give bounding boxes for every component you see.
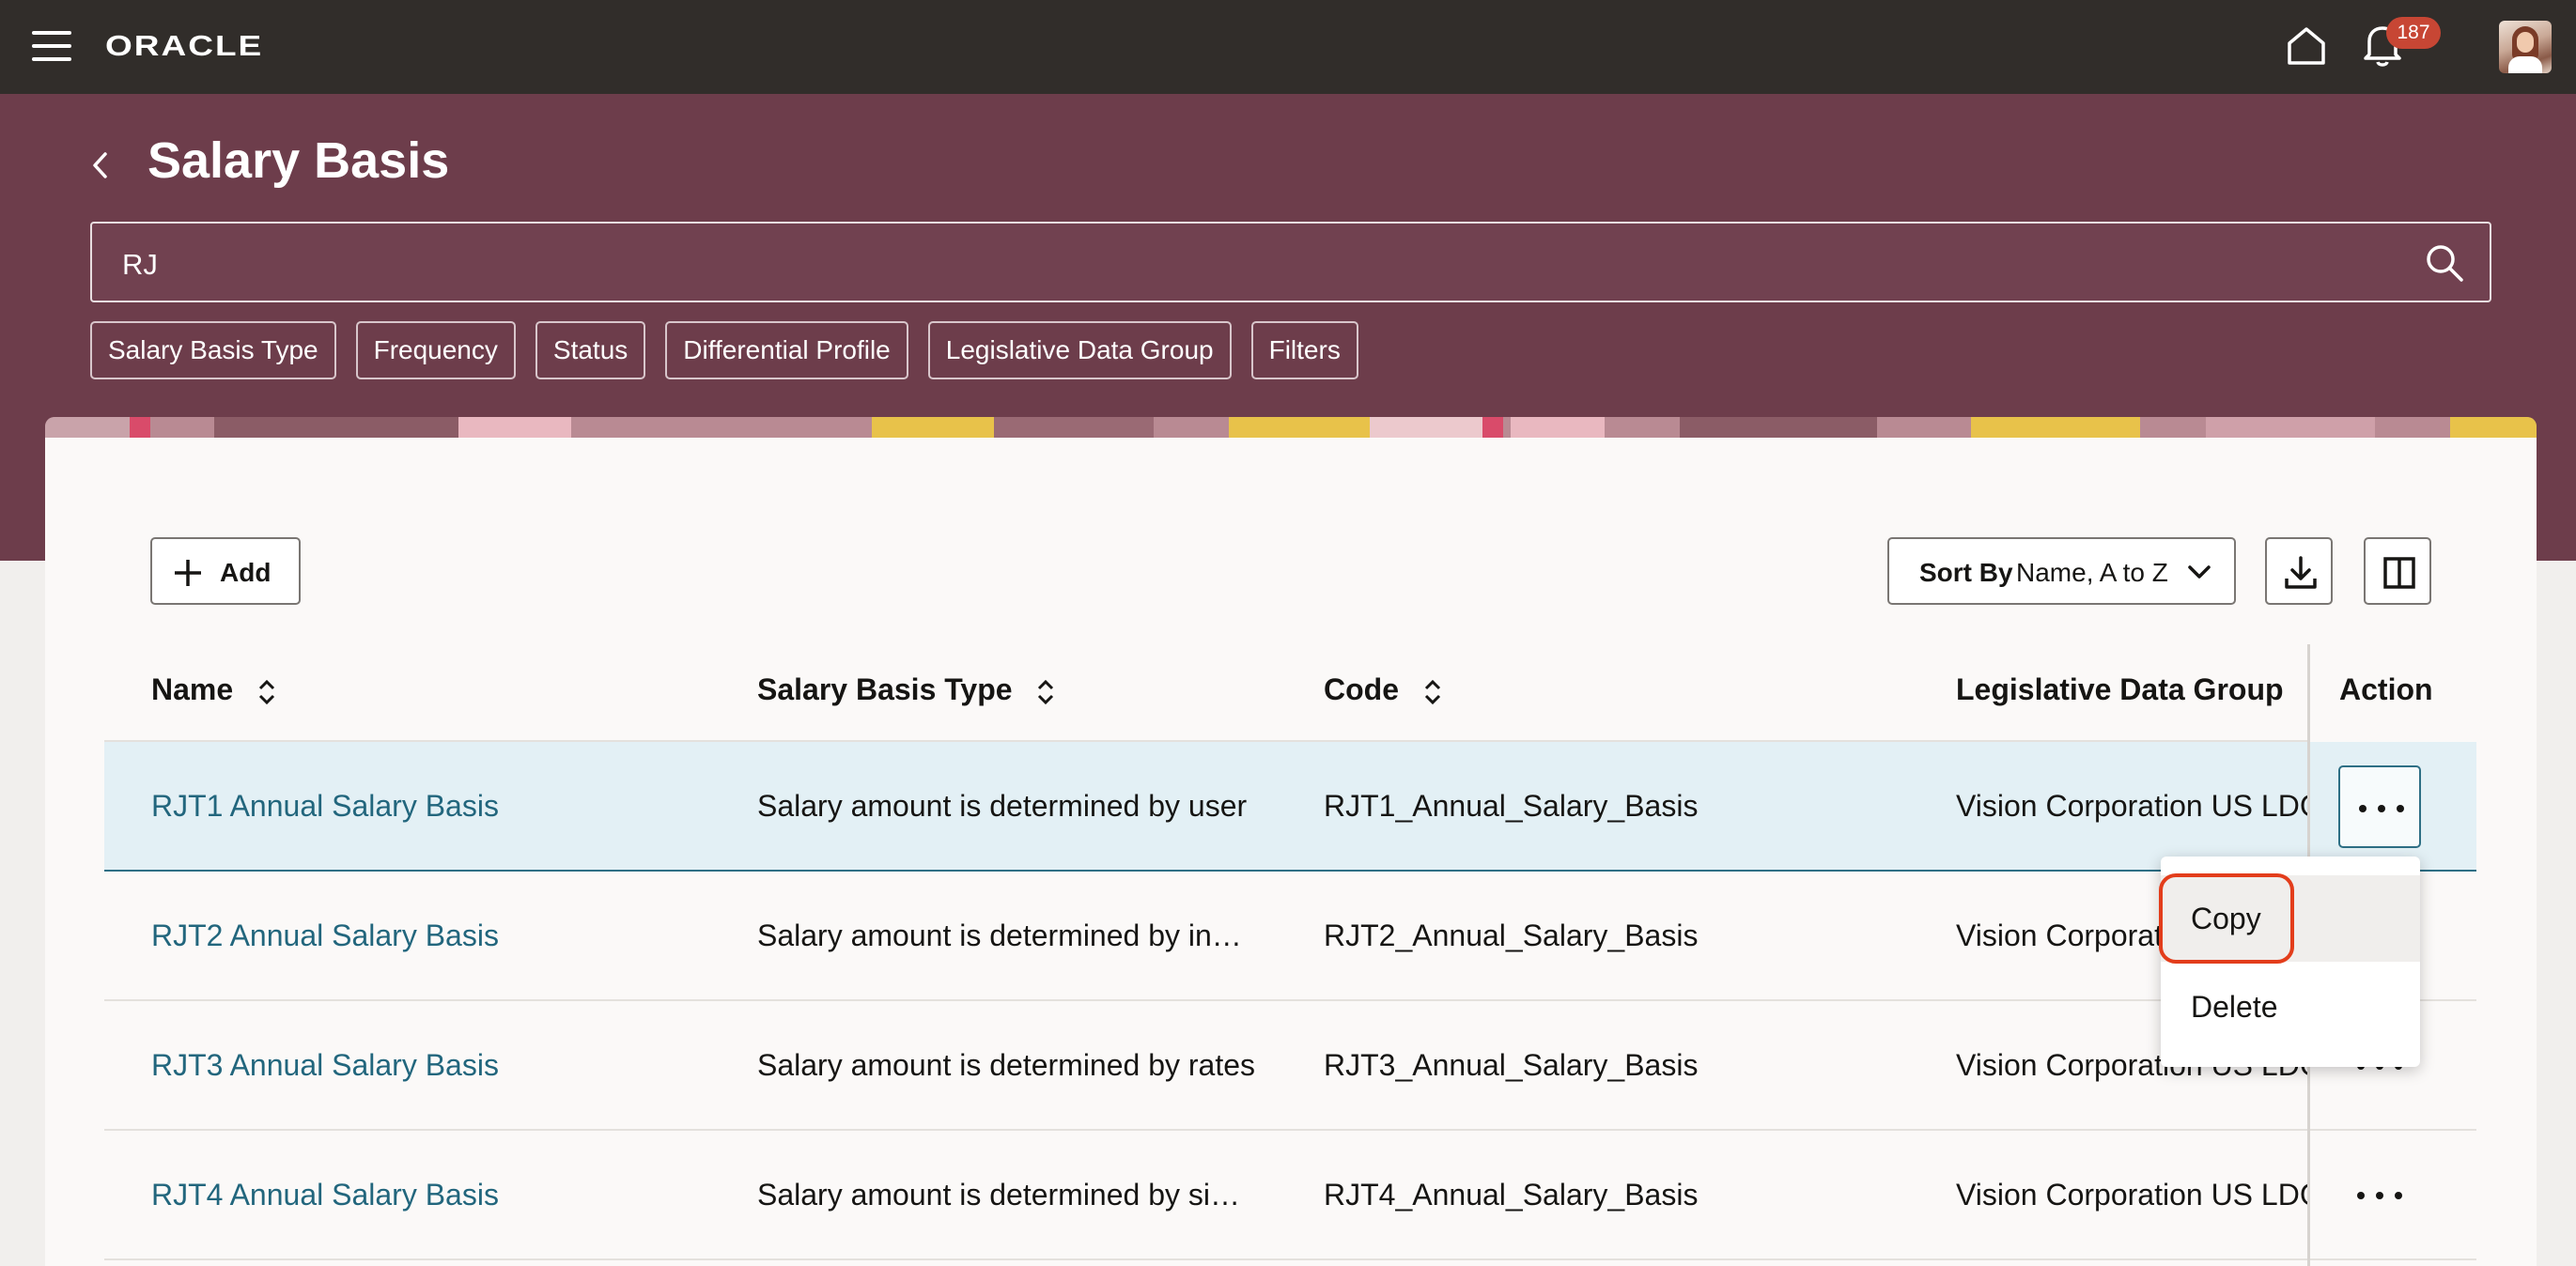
row-legislative-data-group: Vision Corporation US LDG	[1956, 1178, 2323, 1212]
row-actions-menu: Copy Delete	[2161, 857, 2420, 1067]
back-icon[interactable]	[88, 148, 113, 182]
chip-salary-basis-type[interactable]: Salary Basis Type	[90, 321, 336, 379]
menu-item-delete[interactable]: Delete	[2161, 964, 2420, 1050]
decorative-pattern	[45, 417, 2537, 440]
hamburger-icon[interactable]	[32, 31, 71, 61]
table-row[interactable]: RJT3 Annual Salary Basis Salary amount i…	[104, 1001, 2476, 1131]
chip-status[interactable]: Status	[535, 321, 646, 379]
column-header-code-label: Code	[1324, 672, 1399, 706]
chip-filters[interactable]: Filters	[1250, 321, 1358, 379]
menu-item-copy[interactable]: Copy	[2161, 875, 2420, 962]
chip-legislative-data-group[interactable]: Legislative Data Group	[927, 321, 1232, 379]
search-icon[interactable]	[2424, 242, 2465, 284]
avatar[interactable]	[2499, 21, 2552, 73]
column-header-name[interactable]: Name	[151, 672, 277, 707]
row-name-link[interactable]: RJT3 Annual Salary Basis	[151, 1048, 499, 1083]
sort-icon	[1424, 679, 1440, 704]
download-icon	[2285, 556, 2317, 589]
notification-badge: 187	[2386, 17, 2441, 49]
columns-button[interactable]	[2364, 537, 2431, 605]
column-header-ldg-label: Legislative Data Group	[1956, 672, 2284, 706]
plus-icon	[175, 560, 201, 586]
row-legislative-data-group: Vision Corporation US LDG	[1956, 789, 2323, 823]
row-salary-basis-type: Salary amount is determined by user	[757, 789, 1248, 823]
row-salary-basis-type: Salary amount is determined by si…	[757, 1178, 1240, 1212]
sort-by-select[interactable]: Sort By Name, A to Z	[1887, 537, 2236, 605]
row-code: RJT3_Annual_Salary_Basis	[1324, 1048, 1699, 1082]
row-code: RJT2_Annual_Salary_Basis	[1324, 919, 1699, 952]
row-name-link[interactable]: RJT1 Annual Salary Basis	[151, 789, 499, 824]
page-title: Salary Basis	[147, 132, 450, 189]
row-salary-basis-type: Salary amount is determined by in…	[757, 919, 1242, 952]
column-header-name-label: Name	[151, 672, 234, 706]
search-value[interactable]: RJ	[122, 248, 158, 282]
column-header-type-label: Salary Basis Type	[757, 672, 1013, 706]
row-action-cell	[2310, 742, 2476, 870]
sort-by-label: Sort By	[1919, 558, 2013, 587]
sort-by-value: Name, A to Z	[2016, 558, 2168, 587]
chip-frequency[interactable]: Frequency	[355, 321, 516, 379]
row-name-link[interactable]: RJT4 Annual Salary Basis	[151, 1178, 499, 1212]
sort-icon	[1038, 679, 1054, 704]
column-header-code[interactable]: Code	[1324, 672, 1443, 707]
home-icon[interactable]	[2285, 24, 2328, 68]
column-header-legislative-data-group[interactable]: Legislative Data Group	[1956, 672, 2327, 707]
filter-chips: Salary Basis Type Frequency Status Diffe…	[90, 321, 1358, 379]
table-row[interactable]: RJT2 Annual Salary Basis Salary amount i…	[104, 872, 2476, 1001]
more-actions-icon[interactable]	[2338, 765, 2421, 848]
more-actions-icon[interactable]	[2338, 1154, 2421, 1237]
chevron-down-icon	[2188, 565, 2211, 579]
column-header-action: Action	[2307, 644, 2476, 742]
row-code: RJT1_Annual_Salary_Basis	[1324, 789, 1699, 823]
sort-icon	[258, 679, 275, 704]
table-row[interactable]: RJT4 Annual Salary Basis Salary amount i…	[104, 1131, 2476, 1260]
table-row[interactable]: RJT1 Annual Salary Basis Salary amount i…	[104, 742, 2476, 872]
export-button[interactable]	[2265, 537, 2333, 605]
row-code: RJT4_Annual_Salary_Basis	[1324, 1178, 1699, 1212]
row-name-link[interactable]: RJT2 Annual Salary Basis	[151, 919, 499, 953]
row-salary-basis-type: Salary amount is determined by rates	[757, 1048, 1256, 1082]
add-button-label: Add	[220, 558, 272, 587]
oracle-logo[interactable]: ORACLE	[105, 30, 263, 62]
top-bar: ORACLE 187	[0, 0, 2576, 94]
row-action-cell	[2310, 1131, 2476, 1258]
add-button[interactable]: Add	[150, 537, 301, 605]
search-input[interactable]: RJ	[90, 222, 2491, 302]
column-header-salary-basis-type[interactable]: Salary Basis Type	[757, 672, 1056, 707]
chip-differential-profile[interactable]: Differential Profile	[665, 321, 908, 379]
columns-icon	[2383, 557, 2415, 589]
